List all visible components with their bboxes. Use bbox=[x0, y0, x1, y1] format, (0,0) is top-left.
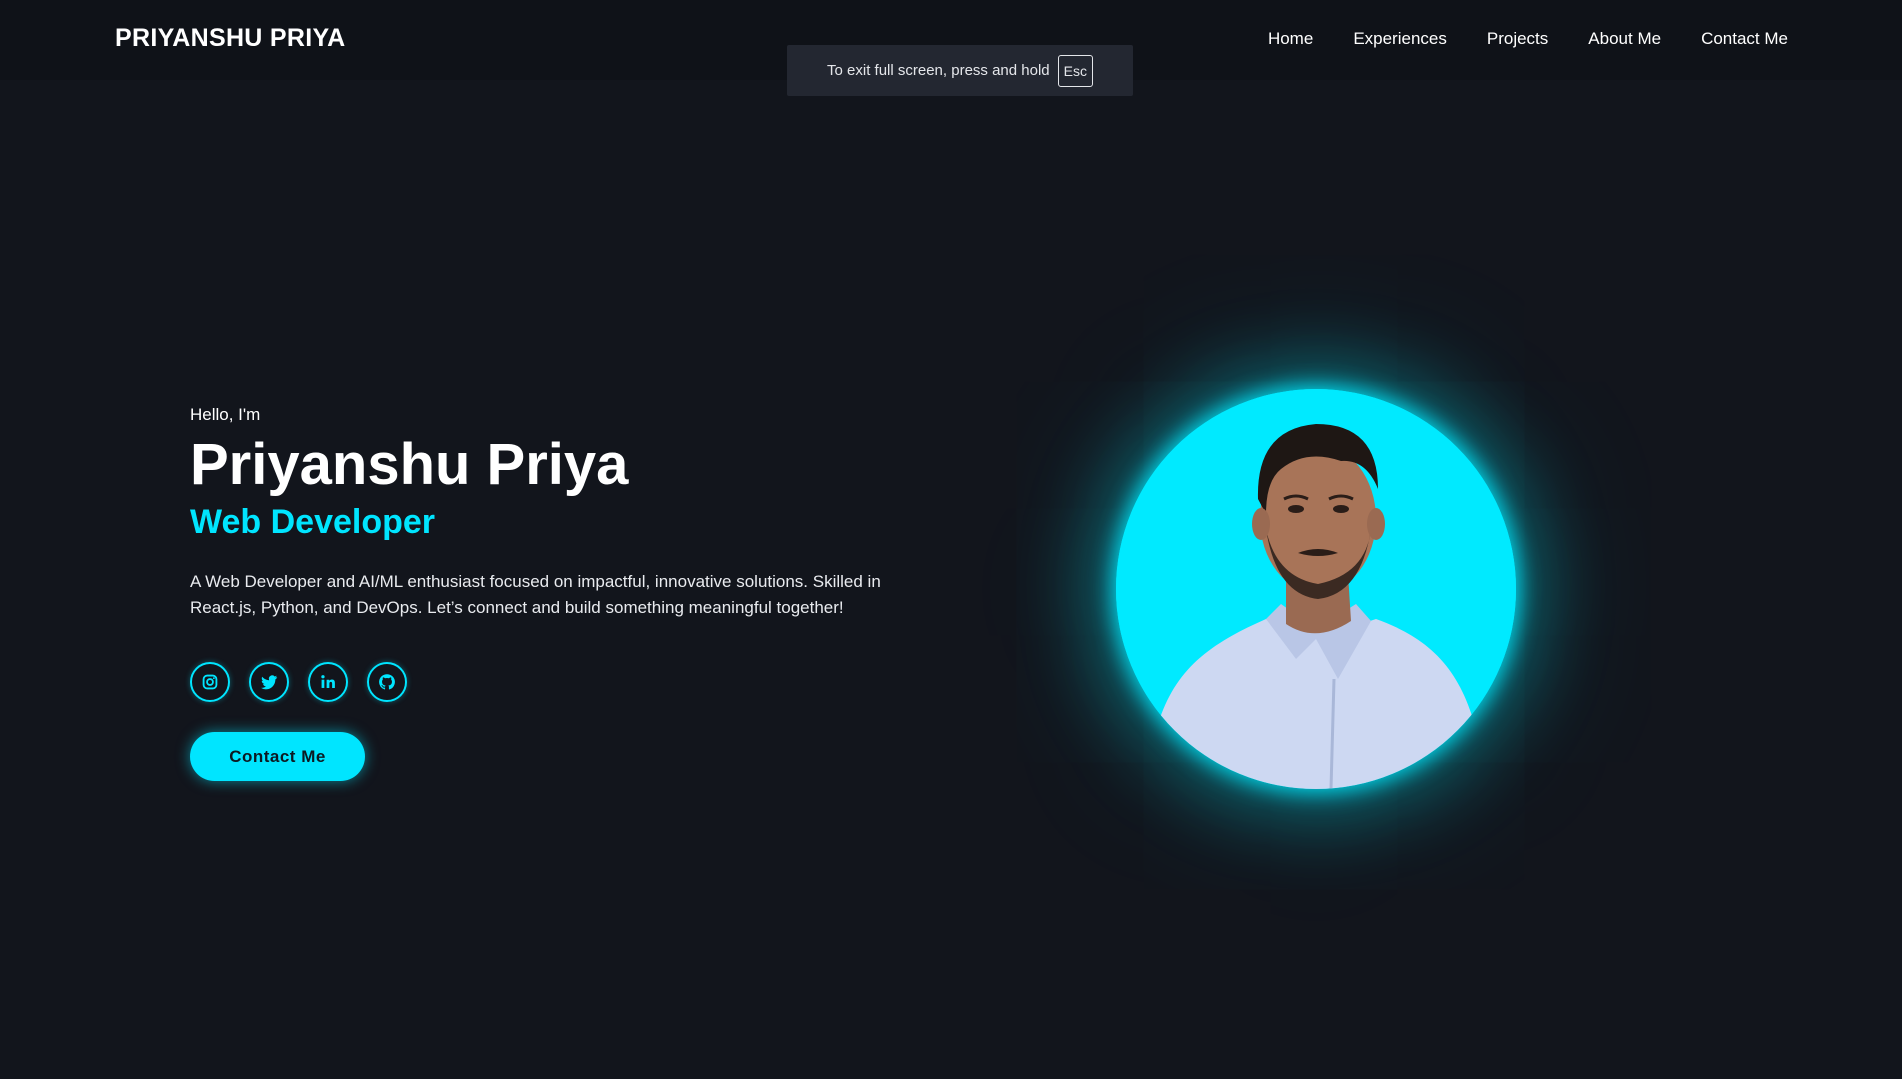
instagram-link[interactable] bbox=[190, 662, 230, 702]
twitter-link[interactable] bbox=[249, 662, 289, 702]
linkedin-link[interactable] bbox=[308, 662, 348, 702]
hero-greeting: Hello, I'm bbox=[190, 405, 261, 424]
hero-role: Web Developer bbox=[190, 503, 436, 541]
hero-bio: A Web Developer and AI/ML enthusiast foc… bbox=[190, 572, 881, 617]
social-links bbox=[190, 662, 950, 702]
hero-name: Priyanshu Priya bbox=[190, 432, 629, 497]
contact-me-button[interactable]: Contact Me bbox=[190, 732, 365, 781]
github-icon bbox=[379, 674, 395, 690]
nav-projects[interactable]: Projects bbox=[1487, 29, 1548, 49]
instagram-icon bbox=[202, 674, 218, 690]
github-link[interactable] bbox=[367, 662, 407, 702]
hero-intro: Hello, I'm Priyanshu Priya Web Developer… bbox=[190, 405, 950, 781]
nav-home[interactable]: Home bbox=[1268, 29, 1313, 49]
nav-links: Home Experiences Projects About Me Conta… bbox=[1268, 29, 1788, 49]
nav-about-me[interactable]: About Me bbox=[1588, 29, 1661, 49]
esc-key-badge: Esc bbox=[1057, 54, 1093, 87]
brand-logo[interactable]: PRIYANSHU PRIYA bbox=[115, 24, 346, 53]
nav-contact-me[interactable]: Contact Me bbox=[1701, 29, 1788, 49]
nav-experiences[interactable]: Experiences bbox=[1353, 29, 1447, 49]
fullscreen-exit-toast: To exit full screen, press and hold Esc bbox=[787, 45, 1133, 96]
twitter-icon bbox=[260, 675, 278, 690]
profile-photo bbox=[1116, 389, 1516, 789]
fullscreen-toast-text: To exit full screen, press and hold bbox=[827, 62, 1050, 79]
profile-portrait-illustration bbox=[1116, 389, 1516, 789]
portfolio-page: PRIYANSHU PRIYA Home Experiences Project… bbox=[0, 0, 1902, 1079]
linkedin-icon bbox=[321, 675, 335, 688]
